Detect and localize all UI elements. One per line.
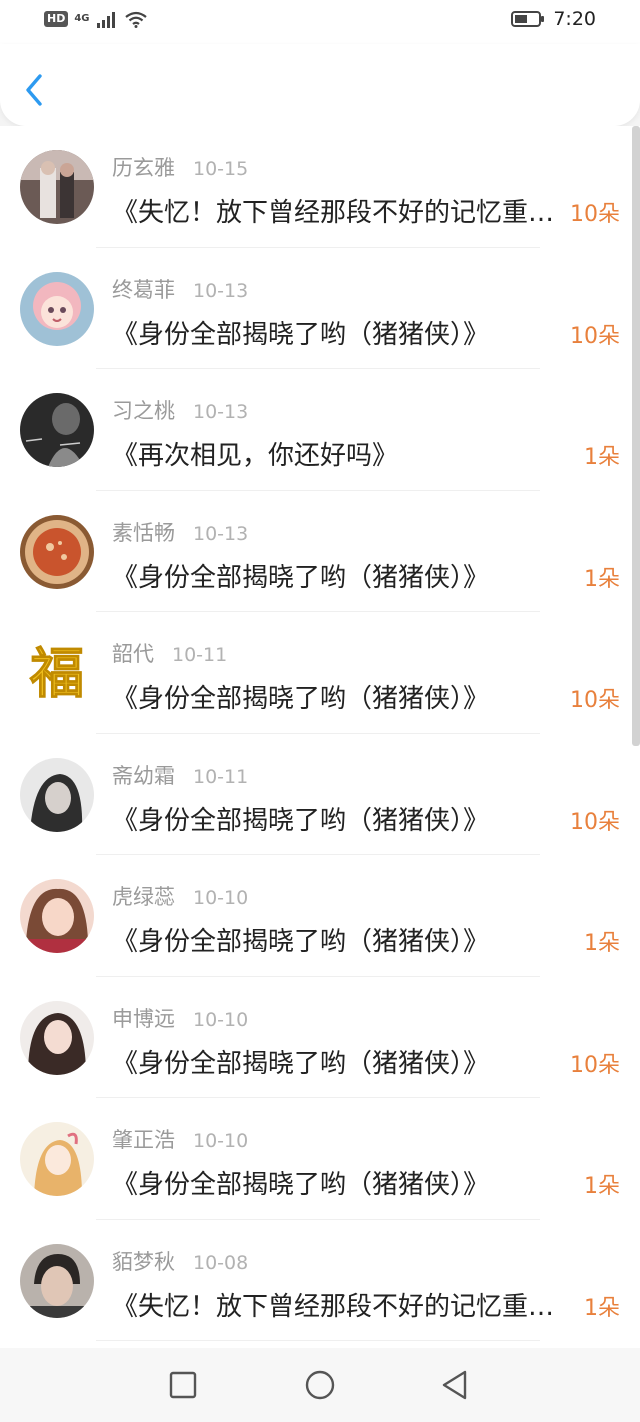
work-title: 《再次相见，你还好吗》: [112, 441, 399, 471]
status-time: 7:20: [553, 8, 596, 30]
avatar: [20, 1000, 94, 1075]
work-title: 《失忆！放下曾经那段不好的记忆重新开始》: [112, 198, 564, 228]
avatar: [20, 879, 94, 953]
send-date: 10-13: [193, 522, 249, 545]
work-title: 《身份全部揭晓了哟（猪猪侠）》: [112, 562, 490, 593]
flower-count: 10朵: [570, 809, 620, 835]
avatar: 福: [20, 636, 94, 710]
avatar: [20, 1122, 94, 1196]
flower-count: 1朵: [584, 1174, 620, 1199]
work-title: 《身份全部揭晓了哟（猪猪侠）》: [112, 927, 490, 957]
item-meta: 终葛菲 10-13: [112, 274, 248, 304]
avatar: [20, 150, 94, 224]
flower-count: 10朵: [570, 202, 620, 227]
list-item[interactable]: 福 韶代 10-11 《身份全部揭晓了哟（猪猪侠）》 10朵: [0, 612, 640, 734]
signal-icon: [96, 12, 115, 28]
sender-name: 习之桃: [112, 399, 175, 423]
send-date: 10-13: [193, 401, 249, 423]
work-title: 《身份全部揭晓了哟（猪猪侠）》: [112, 805, 490, 836]
list-item[interactable]: 历玄雅 10-15 《失忆！放下曾经那段不好的记忆重新开始》 10朵: [0, 126, 640, 248]
network-type-label: 4G: [74, 13, 90, 24]
list-item[interactable]: 终葛菲 10-13 《身份全部揭晓了哟（猪猪侠）》 10朵: [0, 248, 640, 369]
item-meta: 申博远 10-10: [112, 1003, 248, 1033]
item-meta: 貊梦秋 10-08: [112, 1246, 248, 1276]
circle-icon: [305, 1370, 335, 1400]
sender-name: 貊梦秋: [112, 1249, 175, 1274]
avatar: [20, 393, 94, 467]
avatar: [20, 514, 94, 589]
send-date: 10-10: [193, 1008, 249, 1031]
sender-name: 素恬畅: [112, 520, 175, 545]
item-meta: 肇正浩 10-10: [112, 1124, 248, 1154]
chevron-left-icon: [26, 74, 42, 106]
send-date: 10-10: [193, 1130, 249, 1152]
sender-name: 虎绿蕊: [112, 885, 175, 909]
sender-name: 韶代: [112, 642, 154, 666]
list-item[interactable]: 貊梦秋 10-08 《失忆！放下曾经那段不好的记忆重新开始》 1朵: [0, 1220, 640, 1341]
item-meta: 斋幼霜 10-11: [112, 760, 248, 790]
flower-count: 1朵: [584, 931, 620, 956]
square-icon: [169, 1371, 197, 1399]
list-item[interactable]: 斋幼霜 10-11 《身份全部揭晓了哟（猪猪侠）》 10朵: [0, 734, 640, 855]
flower-count: 10朵: [570, 1052, 620, 1078]
work-title: 《身份全部揭晓了哟（猪猪侠）》: [112, 1170, 490, 1200]
scrollbar[interactable]: [632, 126, 640, 746]
recents-button[interactable]: [166, 1368, 200, 1402]
status-bar: HD 4G 7:20: [0, 0, 640, 44]
item-meta: 素恬畅 10-13: [112, 517, 248, 547]
sender-name: 肇正浩: [112, 1128, 175, 1152]
send-date: 10-08: [193, 1251, 249, 1274]
status-left-group: HD 4G: [44, 10, 148, 28]
flower-count: 1朵: [584, 445, 620, 470]
item-meta: 虎绿蕊 10-10: [112, 881, 248, 911]
divider: [96, 1340, 540, 1341]
send-date: 10-10: [193, 887, 249, 909]
list-item[interactable]: 申博远 10-10 《身份全部揭晓了哟（猪猪侠）》 10朵: [0, 977, 640, 1098]
flower-count: 1朵: [584, 566, 620, 592]
status-right-group: 7:20: [511, 8, 596, 30]
gift-record-list[interactable]: 历玄雅 10-15 《失忆！放下曾经那段不好的记忆重新开始》 10朵 终葛菲 1…: [0, 126, 640, 1348]
top-app-bar: [0, 44, 640, 126]
work-title: 《身份全部揭晓了哟（猪猪侠）》: [112, 684, 490, 714]
item-meta: 历玄雅 10-15: [112, 152, 248, 182]
system-navigation-bar: [0, 1348, 640, 1422]
hd-badge: HD: [44, 11, 69, 27]
back-button[interactable]: [18, 70, 52, 110]
home-button[interactable]: [303, 1368, 337, 1402]
send-date: 10-11: [193, 765, 249, 788]
avatar: [20, 1243, 94, 1318]
item-meta: 习之桃 10-13: [112, 395, 248, 425]
work-title: 《身份全部揭晓了哟（猪猪侠）》: [112, 1048, 490, 1079]
list-item[interactable]: 肇正浩 10-10 《身份全部揭晓了哟（猪猪侠）》 1朵: [0, 1098, 640, 1220]
sender-name: 终葛菲: [112, 277, 175, 302]
send-date: 10-11: [172, 644, 228, 666]
back-nav-button[interactable]: [438, 1368, 472, 1402]
flower-count: 1朵: [584, 1295, 620, 1321]
send-date: 10-13: [193, 279, 249, 302]
item-meta: 韶代 10-11: [112, 638, 227, 668]
send-date: 10-15: [193, 158, 249, 180]
avatar: [20, 757, 94, 832]
work-title: 《失忆！放下曾经那段不好的记忆重新开始》: [112, 1291, 564, 1322]
flower-count: 10朵: [570, 323, 620, 349]
list-item[interactable]: 虎绿蕊 10-10 《身份全部揭晓了哟（猪猪侠）》 1朵: [0, 855, 640, 977]
sender-name: 历玄雅: [112, 156, 175, 180]
fu-character: 福: [29, 642, 84, 705]
sender-name: 斋幼霜: [112, 763, 175, 788]
sender-name: 申博远: [112, 1006, 175, 1031]
wifi-icon: [124, 11, 147, 28]
triangle-back-icon: [442, 1370, 467, 1400]
avatar: [20, 271, 94, 346]
work-title: 《身份全部揭晓了哟（猪猪侠）》: [112, 319, 490, 350]
battery-icon: [511, 11, 545, 27]
list-item[interactable]: 素恬畅 10-13 《身份全部揭晓了哟（猪猪侠）》 1朵: [0, 491, 640, 612]
flower-count: 10朵: [570, 688, 620, 713]
list-item[interactable]: 习之桃 10-13 《再次相见，你还好吗》 1朵: [0, 369, 640, 491]
